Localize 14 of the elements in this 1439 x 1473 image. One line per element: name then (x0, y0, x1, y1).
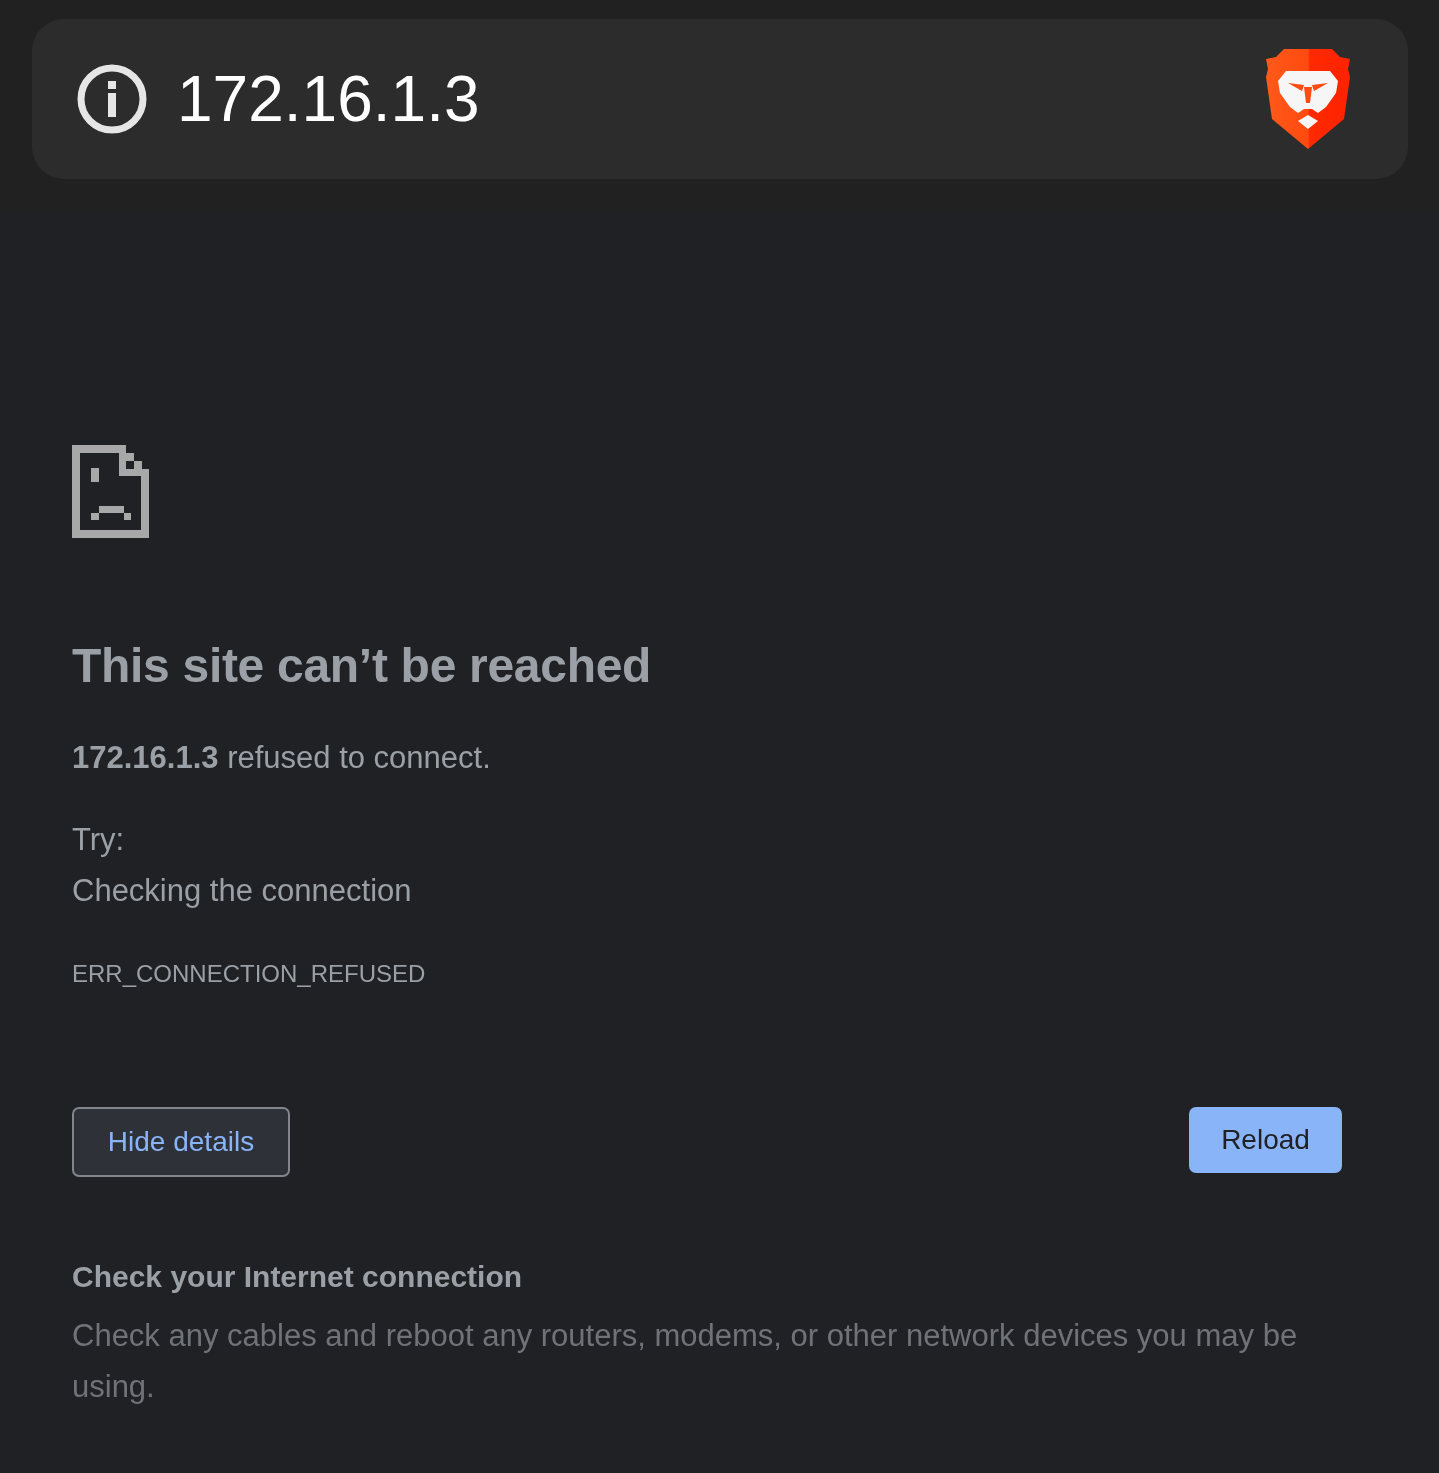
details-button[interactable]: Hide details (72, 1107, 290, 1177)
sad-page-icon (72, 445, 149, 538)
url-text: 172.16.1.3 (177, 67, 481, 131)
suggestion-text: Checking the connection (72, 873, 413, 909)
error-title: This site can’t be reached (72, 638, 653, 694)
address-bar[interactable]: 172.16.1.3 (32, 19, 1408, 179)
details-text: Check any cables and reboot any routers, modems, or other network devices you may be using. (72, 1317, 1299, 1406)
error-code: ERR_CONNECTION_REFUSED (72, 959, 427, 989)
try-label: Try: (72, 822, 126, 858)
error-message: 172.16.1.3 refused to connect. (72, 740, 492, 776)
info-icon[interactable] (77, 64, 147, 134)
reload-button[interactable]: Reload (1189, 1107, 1342, 1173)
lion-shield-icon[interactable] (1264, 47, 1352, 151)
details-heading: Check your Internet connection (72, 1259, 524, 1295)
